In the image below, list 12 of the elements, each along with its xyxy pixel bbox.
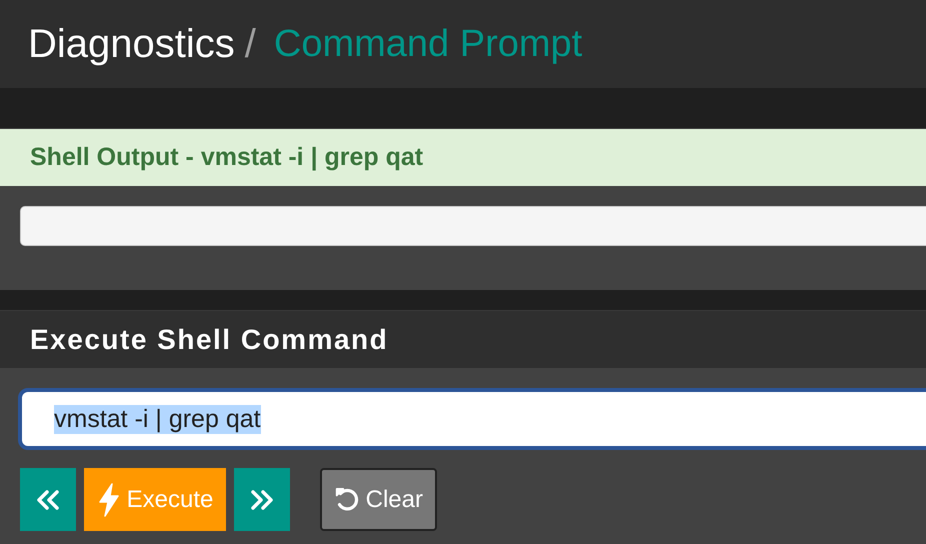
double-chevron-right-icon xyxy=(249,488,275,510)
breadcrumb-parent[interactable]: Diagnostics xyxy=(28,22,235,66)
breadcrumb-current: Command Prompt xyxy=(274,22,582,66)
next-command-button[interactable] xyxy=(234,468,290,531)
double-chevron-left-icon xyxy=(35,488,61,510)
output-title: Shell Output - vmstat -i | grep qat xyxy=(30,143,424,172)
breadcrumb-separator: / xyxy=(244,22,256,66)
lightning-bolt-icon xyxy=(96,482,121,516)
clear-button[interactable]: Clear xyxy=(320,468,437,531)
previous-command-button[interactable] xyxy=(20,468,76,531)
command-title: Execute Shell Command xyxy=(30,324,388,356)
command-input-field[interactable]: vmstat -i | grep qat xyxy=(18,388,926,450)
